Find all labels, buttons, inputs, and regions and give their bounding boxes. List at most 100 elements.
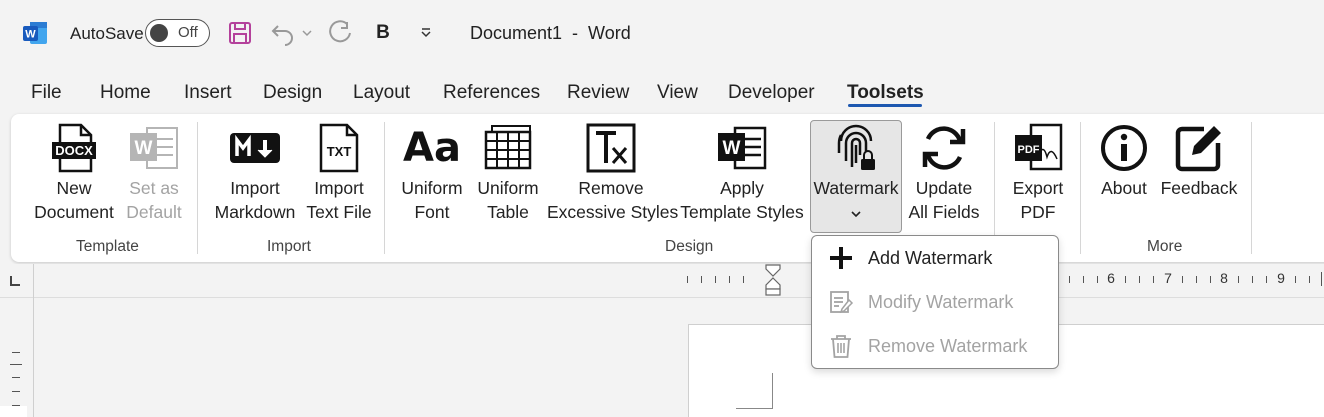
remove-excessive-styles-button[interactable]: Remove Excessive Styles bbox=[547, 114, 679, 232]
remove-watermark-label: Remove Watermark bbox=[868, 336, 1028, 356]
active-tab-indicator bbox=[848, 104, 922, 107]
edit-feedback-icon bbox=[1173, 122, 1225, 174]
redo-icon bbox=[329, 20, 351, 43]
svg-text:TXT: TXT bbox=[327, 144, 352, 159]
modify-watermark-label: Modify Watermark bbox=[868, 292, 1014, 312]
bold-button[interactable]: B bbox=[367, 17, 399, 49]
uniform-table-label: Uniform Table bbox=[477, 178, 539, 222]
import-markdown-button[interactable]: Import Markdown bbox=[208, 114, 302, 232]
group-separator bbox=[1080, 122, 1081, 254]
clear-formatting-icon bbox=[585, 122, 637, 174]
refresh-icon bbox=[918, 122, 970, 174]
tab-references[interactable]: References bbox=[443, 82, 540, 104]
undo-dropdown[interactable] bbox=[297, 17, 317, 49]
toggle-knob bbox=[150, 24, 168, 42]
fingerprint-lock-icon bbox=[830, 122, 882, 174]
tab-developer[interactable]: Developer bbox=[728, 82, 815, 104]
watermark-label: Watermark bbox=[813, 178, 899, 198]
remove-excessive-styles-label: Remove Excessive Styles bbox=[547, 178, 679, 222]
uniform-font-label: Uniform Font bbox=[401, 178, 463, 222]
watermark-menu: Add Watermark Modify Watermark Remove Wa… bbox=[811, 235, 1059, 369]
import-markdown-label: Import Markdown bbox=[214, 178, 296, 222]
indent-marker-icon[interactable] bbox=[764, 264, 782, 298]
vertical-ruler-edge bbox=[33, 264, 34, 417]
tab-insert[interactable]: Insert bbox=[184, 82, 232, 104]
group-label-design: Design bbox=[665, 238, 714, 255]
pdf-file-icon: PDF bbox=[1012, 122, 1064, 174]
ruler-number: 8 bbox=[1220, 270, 1228, 286]
tab-review[interactable]: Review bbox=[567, 82, 629, 104]
import-text-file-button[interactable]: TXT Import Text File bbox=[300, 114, 378, 232]
ruler-number: 6 bbox=[1107, 270, 1115, 286]
svg-text:W: W bbox=[135, 138, 153, 159]
group-label-template: Template bbox=[76, 238, 139, 255]
update-all-fields-button[interactable]: Update All Fields bbox=[905, 114, 983, 232]
new-document-label: New Document bbox=[34, 178, 114, 222]
chevron-down-icon bbox=[302, 30, 312, 37]
apply-template-styles-button[interactable]: W Apply Template Styles bbox=[679, 114, 805, 232]
tab-design[interactable]: Design bbox=[263, 82, 322, 104]
word-logo-icon: W bbox=[23, 22, 47, 44]
ruler-number: 9 bbox=[1277, 270, 1285, 286]
add-watermark-label: Add Watermark bbox=[868, 248, 993, 268]
about-label: About bbox=[1101, 178, 1147, 198]
modify-watermark-menu-item[interactable]: Modify Watermark bbox=[812, 280, 1058, 324]
ruler-number: 7 bbox=[1164, 270, 1172, 286]
set-as-default-button[interactable]: W Set as Default bbox=[114, 114, 194, 232]
ribbon-tabs: File Home Insert Design Layout Reference… bbox=[0, 78, 1324, 108]
about-button[interactable]: About bbox=[1089, 114, 1159, 232]
chevron-down-icon bbox=[851, 211, 861, 218]
save-button[interactable] bbox=[224, 17, 256, 49]
svg-text:PDF: PDF bbox=[1018, 144, 1040, 156]
new-document-button[interactable]: DOCX New Document bbox=[24, 114, 124, 232]
uniform-table-button[interactable]: Uniform Table bbox=[471, 114, 545, 232]
group-separator bbox=[197, 122, 198, 254]
remove-watermark-menu-item[interactable]: Remove Watermark bbox=[812, 324, 1058, 368]
bold-icon: B bbox=[376, 22, 390, 43]
customize-icon bbox=[421, 28, 431, 38]
export-pdf-label: Export PDF bbox=[1012, 178, 1064, 222]
trash-icon bbox=[828, 333, 854, 359]
docx-file-icon: DOCX bbox=[48, 122, 100, 174]
apply-template-styles-label: Apply Template Styles bbox=[680, 178, 804, 222]
word-document-icon: W bbox=[128, 122, 180, 174]
add-watermark-menu-item[interactable]: Add Watermark bbox=[812, 236, 1058, 280]
document-title: Document1 - Word bbox=[470, 23, 631, 43]
title-bar: W AutoSave Off B Document1 - Word bbox=[0, 0, 1324, 66]
customize-quick-access-button[interactable] bbox=[410, 17, 442, 49]
group-label-more: More bbox=[1147, 238, 1183, 255]
svg-text:W: W bbox=[723, 138, 741, 159]
group-label-import: Import bbox=[267, 238, 311, 255]
tab-selector[interactable] bbox=[10, 276, 20, 286]
autosave-toggle[interactable]: Off bbox=[145, 19, 210, 47]
tab-home[interactable]: Home bbox=[100, 82, 151, 104]
tab-layout[interactable]: Layout bbox=[353, 82, 410, 104]
import-text-file-label: Import Text File bbox=[306, 178, 372, 222]
tab-file[interactable]: File bbox=[31, 82, 62, 104]
feedback-button[interactable]: Feedback bbox=[1160, 114, 1238, 232]
tab-view[interactable]: View bbox=[657, 82, 698, 104]
vertical-ruler-page bbox=[0, 406, 27, 417]
svg-text:W: W bbox=[25, 29, 36, 41]
set-as-default-label: Set as Default bbox=[126, 178, 182, 222]
watermark-button[interactable]: Watermark bbox=[810, 114, 902, 232]
edit-document-icon bbox=[828, 289, 854, 315]
table-icon bbox=[482, 122, 534, 174]
group-separator bbox=[384, 122, 385, 254]
undo-icon bbox=[271, 25, 293, 46]
info-icon bbox=[1098, 122, 1150, 174]
uniform-font-button[interactable]: Aa Uniform Font bbox=[395, 114, 469, 232]
undo-button[interactable] bbox=[267, 17, 299, 49]
page-margin-marker bbox=[736, 373, 773, 409]
export-pdf-button[interactable]: PDF Export PDF bbox=[1000, 114, 1076, 232]
font-icon: Aa bbox=[403, 125, 461, 171]
autosave-state: Off bbox=[178, 24, 198, 41]
save-icon bbox=[229, 22, 251, 44]
tab-toolsets[interactable]: Toolsets bbox=[847, 82, 924, 104]
redo-button[interactable] bbox=[324, 17, 356, 49]
autosave-label: AutoSave bbox=[70, 24, 144, 43]
ribbon-panel: DOCX New Document W Set as Default Templat… bbox=[11, 114, 1324, 262]
markdown-icon bbox=[229, 122, 281, 174]
update-all-fields-label: Update All Fields bbox=[908, 178, 980, 222]
word-template-icon: W bbox=[716, 122, 768, 174]
